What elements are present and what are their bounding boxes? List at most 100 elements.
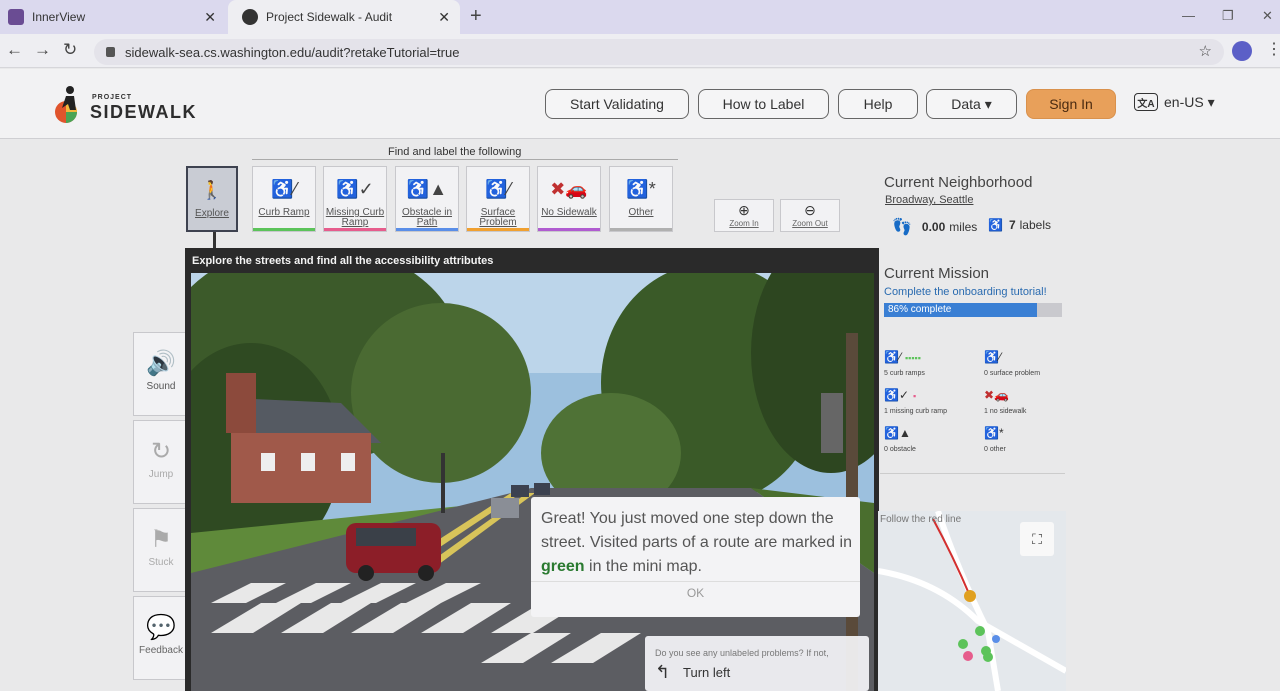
start-validating-button[interactable]: Start Validating <box>545 89 689 119</box>
no-sidewalk-count: 1 no sidewalk <box>984 408 1027 415</box>
no-sidewalk-label: No Sidewalk <box>541 207 597 218</box>
sound-button[interactable]: 🔊 Sound <box>133 332 189 416</box>
logo-mark-icon <box>55 86 77 123</box>
distance-value: 0.00 <box>921 220 946 234</box>
sign-in-button[interactable]: Sign In <box>1026 89 1116 119</box>
other-button[interactable]: ♿* Other <box>609 166 673 232</box>
obstacle-icon: ♿▲ <box>884 426 911 440</box>
missing-curb-ramp-button[interactable]: ♿✓ Missing Curb Ramp <box>323 166 387 232</box>
stat-curb-ramps: ♿⁄ ▪▪▪▪▪ 5 curb ramps <box>884 348 980 382</box>
label-count-icon: ♿ <box>988 218 1003 232</box>
back-icon[interactable]: ← <box>6 40 23 60</box>
curb-ramp-icon: ♿⁄ <box>271 179 297 199</box>
surface-problem-button[interactable]: ♿⁄ Surface Problem <box>466 166 530 232</box>
jump-button[interactable]: ↻ Jump <box>133 420 189 504</box>
turn-left-button[interactable]: Turn left <box>683 665 730 680</box>
stuck-label: Stuck <box>148 557 174 568</box>
url-text: sidewalk-sea.cs.washington.edu/audit?ret… <box>125 44 460 60</box>
tab-title: InnerView <box>32 10 86 24</box>
distance-unit: miles <box>949 220 978 234</box>
sound-label: Sound <box>146 381 176 392</box>
panorama-title: Explore the streets and find all the acc… <box>192 255 494 267</box>
tab-title: Project Sidewalk - Audit <box>266 10 393 24</box>
missing-curb-ramp-icon: ♿✓ <box>336 179 374 199</box>
other-color-bar <box>610 228 672 231</box>
zoom-out-button[interactable]: ⊖ Zoom Out <box>780 199 840 232</box>
missing-curb-ramp-icon: ♿✓ <box>884 388 909 402</box>
missing-curb-ramp-color-bar <box>324 228 386 231</box>
bookmark-star-icon[interactable]: ☆ <box>1199 42 1212 60</box>
stuck-button[interactable]: ⚑ Stuck <box>133 508 189 592</box>
tutorial-message-box: Great! You just moved one step down the … <box>531 497 860 617</box>
lock-icon <box>106 47 115 57</box>
street-view-panorama[interactable] <box>191 273 874 691</box>
surface-problem-icon: ♿⁄ <box>984 350 1001 364</box>
feedback-label: Feedback <box>139 645 183 656</box>
stat-obstacle: ♿▲ 0 obstacle <box>884 424 980 458</box>
prompt-divider <box>252 159 678 160</box>
browser-tab-strip: InnerView ✕ Project Sidewalk - Audit ✕ +… <box>0 0 1280 34</box>
obstacle-button[interactable]: ♿▲ Obstacle in Path <box>395 166 459 232</box>
obstacle-icon: ♿▲ <box>406 179 448 199</box>
neighborhood-name-link[interactable]: Broadway, Seattle <box>885 194 973 206</box>
curb-ramp-color-bar <box>253 228 315 231</box>
fullscreen-icon[interactable]: ⛶ <box>1020 522 1054 556</box>
logo-sidewalk-text: SIDEWALK <box>90 102 198 122</box>
sidewalk-favicon-icon <box>242 9 258 25</box>
label-count-value: 7 <box>1008 218 1016 232</box>
minimize-icon[interactable]: — <box>1182 8 1195 23</box>
other-label: Other <box>628 207 654 218</box>
label-count-unit: labels <box>1019 218 1051 232</box>
close-tab-icon[interactable]: ✕ <box>204 9 216 26</box>
obstacle-count: 0 obstacle <box>884 446 916 453</box>
stat-other: ♿* 0 other <box>984 424 1080 458</box>
menu-kebab-icon[interactable]: ⋮ <box>1266 39 1280 59</box>
close-window-icon[interactable]: ✕ <box>1262 8 1273 24</box>
reload-icon[interactable]: ↻ <box>63 40 77 60</box>
forward-icon[interactable]: → <box>34 40 51 60</box>
obstacle-color-bar <box>396 228 458 231</box>
new-tab-icon[interactable]: + <box>470 5 482 28</box>
message-highlight-green: green <box>541 558 585 575</box>
message-text-before: Great! You just moved one step down the … <box>541 510 852 551</box>
restore-icon[interactable]: ❐ <box>1222 8 1234 24</box>
tab-innerview[interactable]: InnerView ✕ <box>0 0 226 34</box>
message-text-after: in the mini map. <box>584 558 702 575</box>
mission-progress-bar: 86% complete <box>884 303 1062 317</box>
other-icon: ♿* <box>984 426 1004 440</box>
stat-surface-problem: ♿⁄ 0 surface problem <box>984 348 1080 382</box>
no-sidewalk-button[interactable]: ✖🚗 No Sidewalk <box>537 166 601 232</box>
zoom-out-icon: ⊖ <box>804 202 816 218</box>
curb-ramp-label: Curb Ramp <box>258 207 310 218</box>
zoom-in-button[interactable]: ⊕ Zoom In <box>714 199 774 232</box>
explore-mode-button[interactable]: 🚶 Explore <box>186 166 238 232</box>
jump-label: Jump <box>148 469 174 480</box>
address-bar[interactable]: sidewalk-sea.cs.washington.edu/audit?ret… <box>94 39 1224 65</box>
language-selector[interactable]: 文A en-US ▾ <box>1134 93 1215 111</box>
no-sidewalk-color-bar <box>538 228 600 231</box>
no-sidewalk-icon: ✖🚗 <box>550 179 588 199</box>
tab-project-sidewalk[interactable]: Project Sidewalk - Audit ✕ <box>228 0 460 34</box>
curb-ramp-button[interactable]: ♿⁄ Curb Ramp <box>252 166 316 232</box>
close-tab-icon[interactable]: ✕ <box>438 9 450 26</box>
stat-missing-curb-ramp: ♿✓ ▪ 1 missing curb ramp <box>884 386 980 420</box>
mini-map-hint: Follow the red line <box>880 514 962 525</box>
footprints-icon: 👣 <box>892 219 912 236</box>
ok-button[interactable]: OK <box>531 581 860 603</box>
profile-avatar[interactable] <box>1232 41 1252 61</box>
how-to-label-button[interactable]: How to Label <box>698 89 829 119</box>
walking-person-icon: 🚶 <box>200 180 224 200</box>
speech-bubble-icon: 💬 <box>146 614 176 641</box>
innerview-favicon-icon <box>8 9 24 25</box>
mini-map[interactable]: Follow the red line ⛶ <box>878 511 1066 691</box>
explore-pointer-stem <box>213 232 216 248</box>
language-label: en-US ▾ <box>1164 93 1215 110</box>
browser-toolbar: ← → ↻ sidewalk-sea.cs.washington.edu/aud… <box>0 34 1280 68</box>
project-sidewalk-logo[interactable]: PROJECT SIDEWALK <box>52 84 212 128</box>
data-dropdown-button[interactable]: Data ▾ <box>926 89 1017 119</box>
turn-prompt-text: Do you see any unlabeled problems? If no… <box>655 648 829 658</box>
feedback-button[interactable]: 💬 Feedback <box>133 596 189 680</box>
surface-problem-color-bar <box>467 228 529 231</box>
help-button[interactable]: Help <box>838 89 918 119</box>
other-count: 0 other <box>984 446 1006 453</box>
